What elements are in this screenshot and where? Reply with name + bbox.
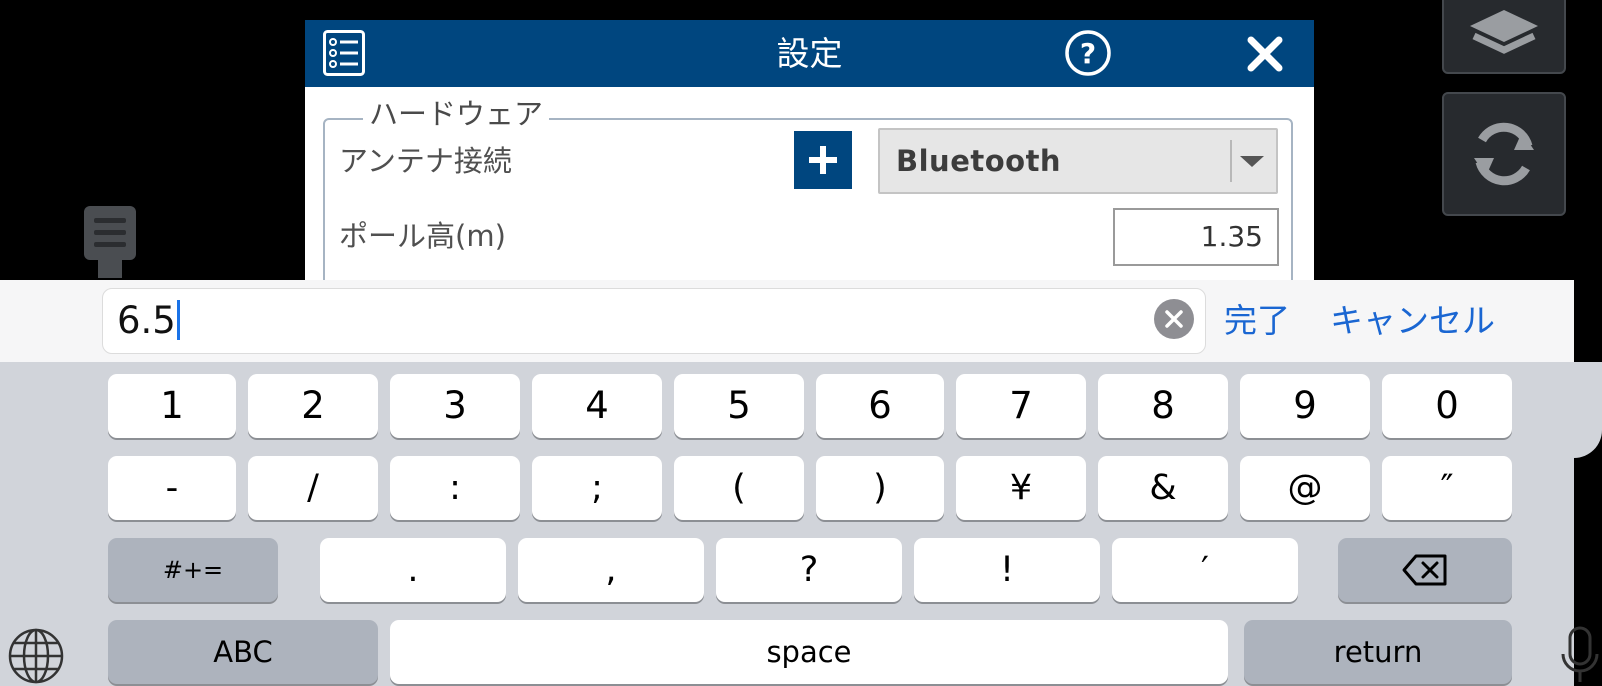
key-exclamation[interactable]: ! (914, 538, 1100, 602)
value-input[interactable]: 6.5 (102, 288, 1206, 354)
menu-list-icon[interactable] (323, 30, 365, 76)
key-semicolon[interactable]: ; (532, 456, 662, 520)
drag-handle-stem (98, 258, 122, 278)
key-ampersand[interactable]: & (1098, 456, 1228, 520)
key-8[interactable]: 8 (1098, 374, 1228, 438)
abc-key[interactable]: ABC (108, 620, 378, 684)
layers-icon (1470, 10, 1538, 54)
key-4[interactable]: 4 (532, 374, 662, 438)
key-question[interactable]: ? (716, 538, 902, 602)
antenna-connection-value: Bluetooth (896, 144, 1062, 178)
pole-height-label: ポール高(m) (339, 219, 506, 253)
svg-text:?: ? (1080, 37, 1096, 70)
input-accessory-bar: 6.5 完了 キャンセル (0, 280, 1574, 362)
space-key[interactable]: space (390, 620, 1228, 684)
more-symbols-key[interactable]: #+= (108, 538, 278, 602)
key-close-paren[interactable]: ) (816, 456, 944, 520)
key-7[interactable]: 7 (956, 374, 1086, 438)
key-0[interactable]: 0 (1382, 374, 1512, 438)
refresh-icon (1474, 122, 1534, 186)
close-icon[interactable] (1245, 34, 1285, 74)
screen-edge-curve (1574, 362, 1602, 458)
key-hyphen[interactable]: - (108, 456, 236, 520)
key-slash[interactable]: / (248, 456, 378, 520)
key-3[interactable]: 3 (390, 374, 520, 438)
key-comma[interactable]: , (518, 538, 704, 602)
settings-dialog: 設定 ? ハードウェア アンテナ接続 Bluetooth ポール高(m) 1.3… (305, 20, 1314, 280)
key-apostrophe[interactable]: ′ (1112, 538, 1298, 602)
key-5[interactable]: 5 (674, 374, 804, 438)
backspace-key[interactable] (1338, 538, 1512, 602)
globe-icon[interactable] (6, 626, 66, 686)
antenna-connection-label: アンテナ接続 (339, 144, 512, 178)
drag-handle-icon[interactable] (84, 206, 136, 260)
key-2[interactable]: 2 (248, 374, 378, 438)
key-double-quote[interactable]: ″ (1382, 456, 1512, 520)
key-9[interactable]: 9 (1240, 374, 1370, 438)
dialog-title: 設定 (776, 34, 843, 73)
cancel-button[interactable]: キャンセル (1330, 280, 1495, 362)
key-at[interactable]: @ (1240, 456, 1370, 520)
chevron-down-icon (1240, 156, 1264, 167)
return-key[interactable]: return (1244, 620, 1512, 684)
value-input-text: 6.5 (117, 299, 176, 342)
key-period[interactable]: . (320, 538, 506, 602)
pole-height-field[interactable]: 1.35 (1113, 208, 1279, 266)
clear-input-button[interactable] (1154, 299, 1194, 339)
key-yen[interactable]: ¥ (956, 456, 1086, 520)
help-icon[interactable]: ? (1065, 30, 1111, 76)
add-antenna-button[interactable] (794, 131, 852, 189)
refresh-button[interactable] (1442, 92, 1566, 216)
key-colon[interactable]: : (390, 456, 520, 520)
backspace-icon (1402, 554, 1447, 586)
plus-icon (809, 146, 837, 174)
key-6[interactable]: 6 (816, 374, 944, 438)
key-open-paren[interactable]: ( (674, 456, 804, 520)
key-1[interactable]: 1 (108, 374, 236, 438)
clear-icon (1165, 310, 1183, 328)
text-caret (176, 300, 180, 340)
select-divider (1230, 140, 1232, 182)
done-button[interactable]: 完了 (1224, 280, 1290, 362)
layers-button[interactable] (1442, 0, 1566, 74)
microphone-icon[interactable] (1560, 622, 1600, 686)
antenna-connection-select[interactable]: Bluetooth (878, 128, 1278, 194)
hardware-group-label: ハードウェア (363, 96, 550, 132)
